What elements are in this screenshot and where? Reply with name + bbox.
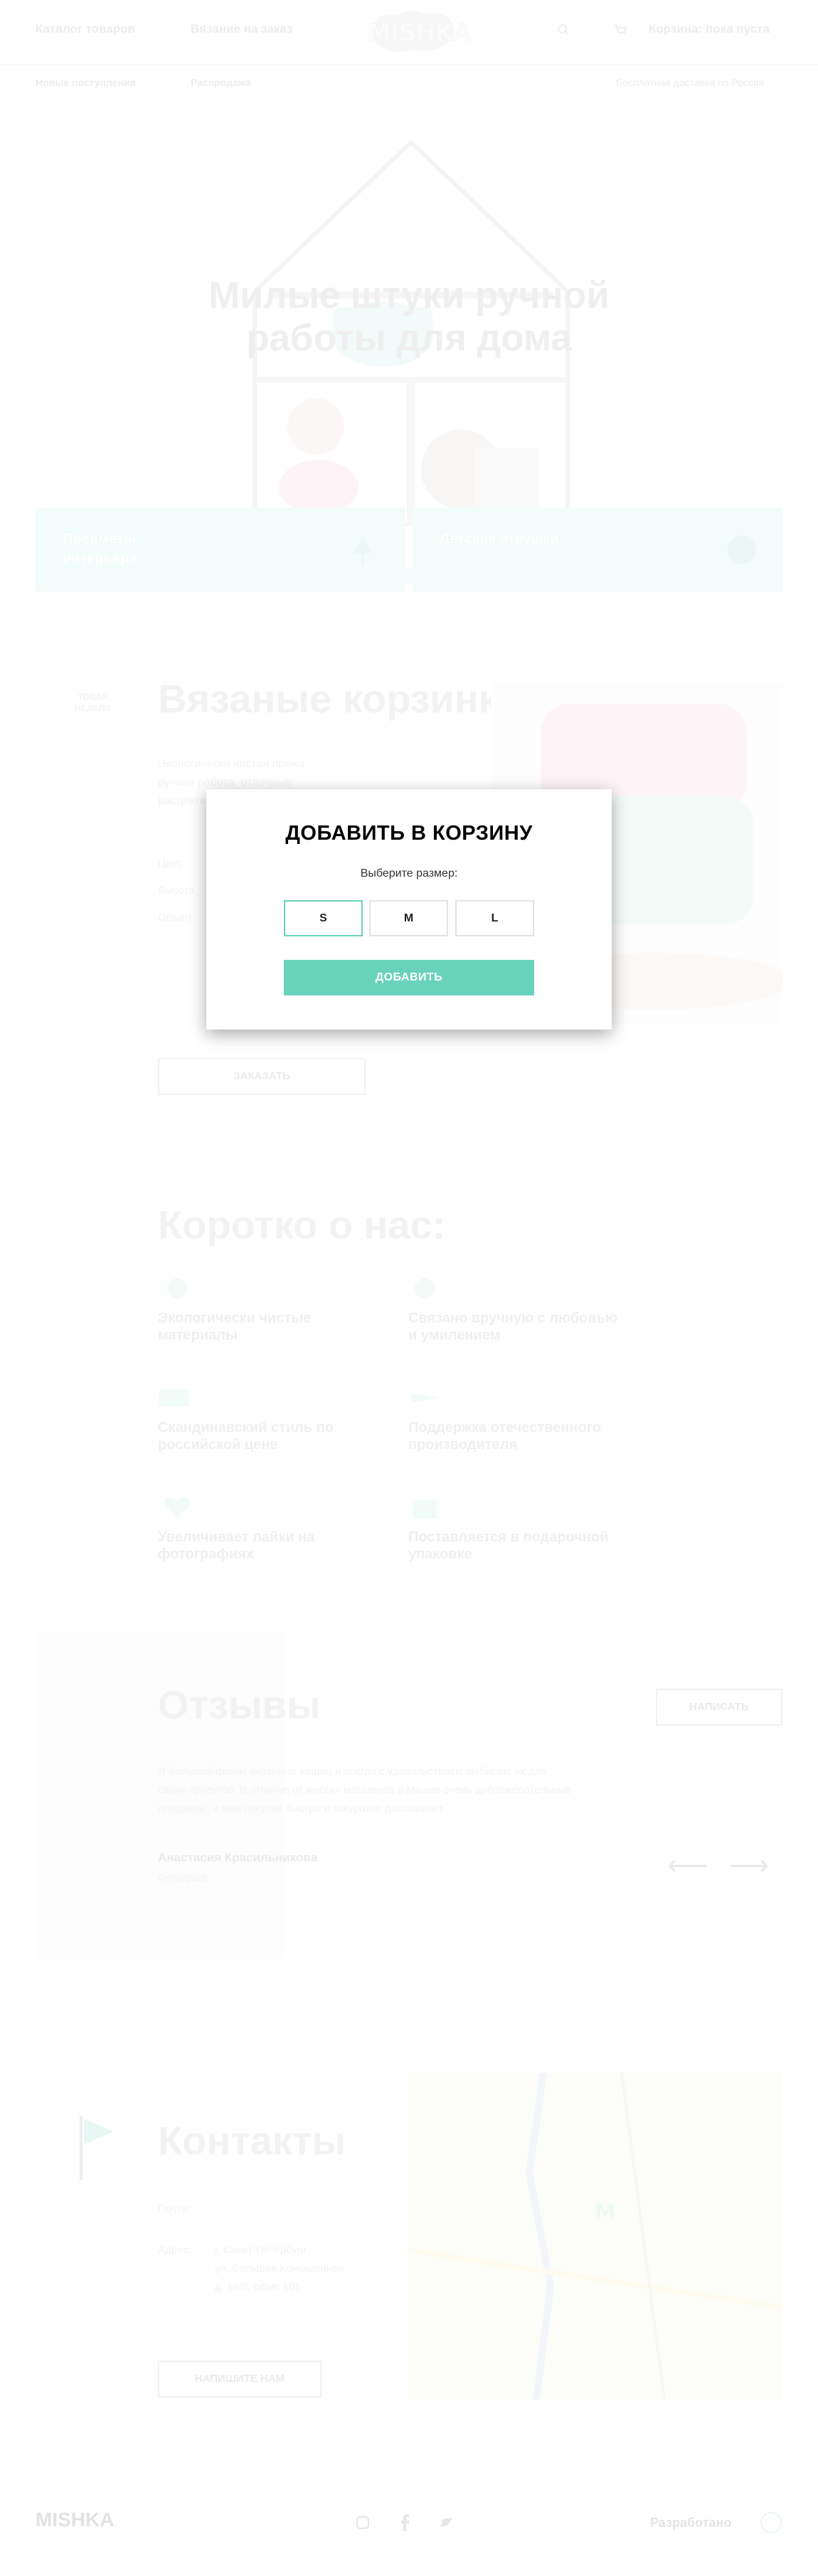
page: Каталог товаров Вязание на заказ MISHKA … xyxy=(0,0,818,2576)
size-option-m[interactable]: M xyxy=(369,900,448,936)
modal-overlay[interactable] xyxy=(0,0,818,2576)
size-option-l[interactable]: L xyxy=(455,900,534,936)
modal-title: ДОБАВИТЬ В КОРЗИНУ xyxy=(285,822,533,845)
add-to-cart-button[interactable]: ДОБАВИТЬ xyxy=(284,960,534,995)
size-prompt: Выберите размер: xyxy=(360,867,458,880)
size-option-s[interactable]: S xyxy=(284,900,363,936)
add-to-cart-modal: ДОБАВИТЬ В КОРЗИНУ Выберите размер: S M … xyxy=(206,789,612,1030)
